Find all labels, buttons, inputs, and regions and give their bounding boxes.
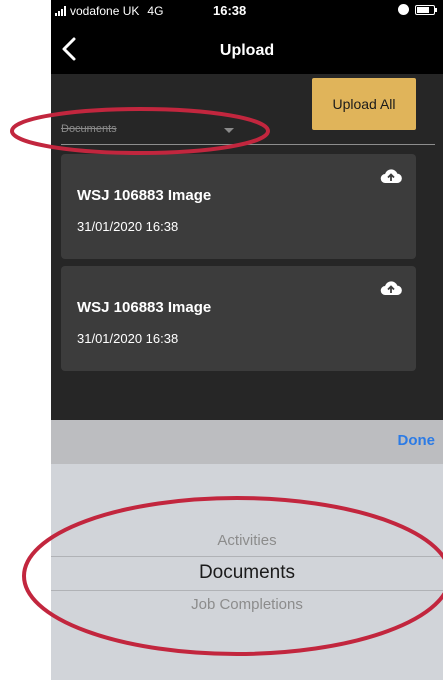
network-label: 4G [147,4,164,18]
picker-toolbar: Done [51,420,443,464]
upload-date: 31/01/2020 16:38 [77,219,179,234]
upload-title: WSJ 106883 Image [77,299,212,316]
nav-bar: Upload [51,26,443,74]
upload-card[interactable]: WSJ 106883 Image 31/01/2020 16:38 [61,266,416,371]
status-left: vodafone UK 4G [55,4,163,18]
upload-card[interactable]: WSJ 106883 Image 31/01/2020 16:38 [61,154,416,259]
upload-content: Upload All Documents WSJ 106883 Image 31… [51,74,443,420]
dropdown-arrow-icon [224,128,234,133]
alarm-icon [398,4,409,15]
dropdown-underline [61,144,435,145]
cloud-upload-icon[interactable] [380,167,402,185]
picker-option-documents[interactable]: Documents [51,562,443,584]
upload-date: 31/01/2020 16:38 [77,331,179,346]
carrier-label: vodafone UK [70,4,140,18]
selection-line-top [51,556,443,557]
page-title: Upload [219,42,275,59]
cloud-upload-icon[interactable] [380,279,402,297]
picker-option-job-completions[interactable]: Job Completions [51,596,443,613]
status-time: 16:38 [213,3,247,18]
done-button[interactable]: Done [398,432,436,449]
picker-wheel[interactable]: Activities Documents Job Completions [51,464,443,680]
battery-icon [415,4,437,15]
selection-line-bottom [51,590,443,591]
status-bar: vodafone UK 4G 16:38 [51,0,443,22]
status-right [398,4,437,15]
dropdown-value: Documents [61,123,117,135]
picker-option-activities[interactable]: Activities [51,532,443,549]
upload-all-button[interactable]: Upload All [312,78,416,130]
phone-screen: vodafone UK 4G 16:38 Upload Upload All D… [51,0,443,680]
battery-fill [417,6,429,13]
upload-title: WSJ 106883 Image [77,187,212,204]
signal-icon [55,6,66,16]
document-type-dropdown[interactable]: Documents [61,119,241,141]
